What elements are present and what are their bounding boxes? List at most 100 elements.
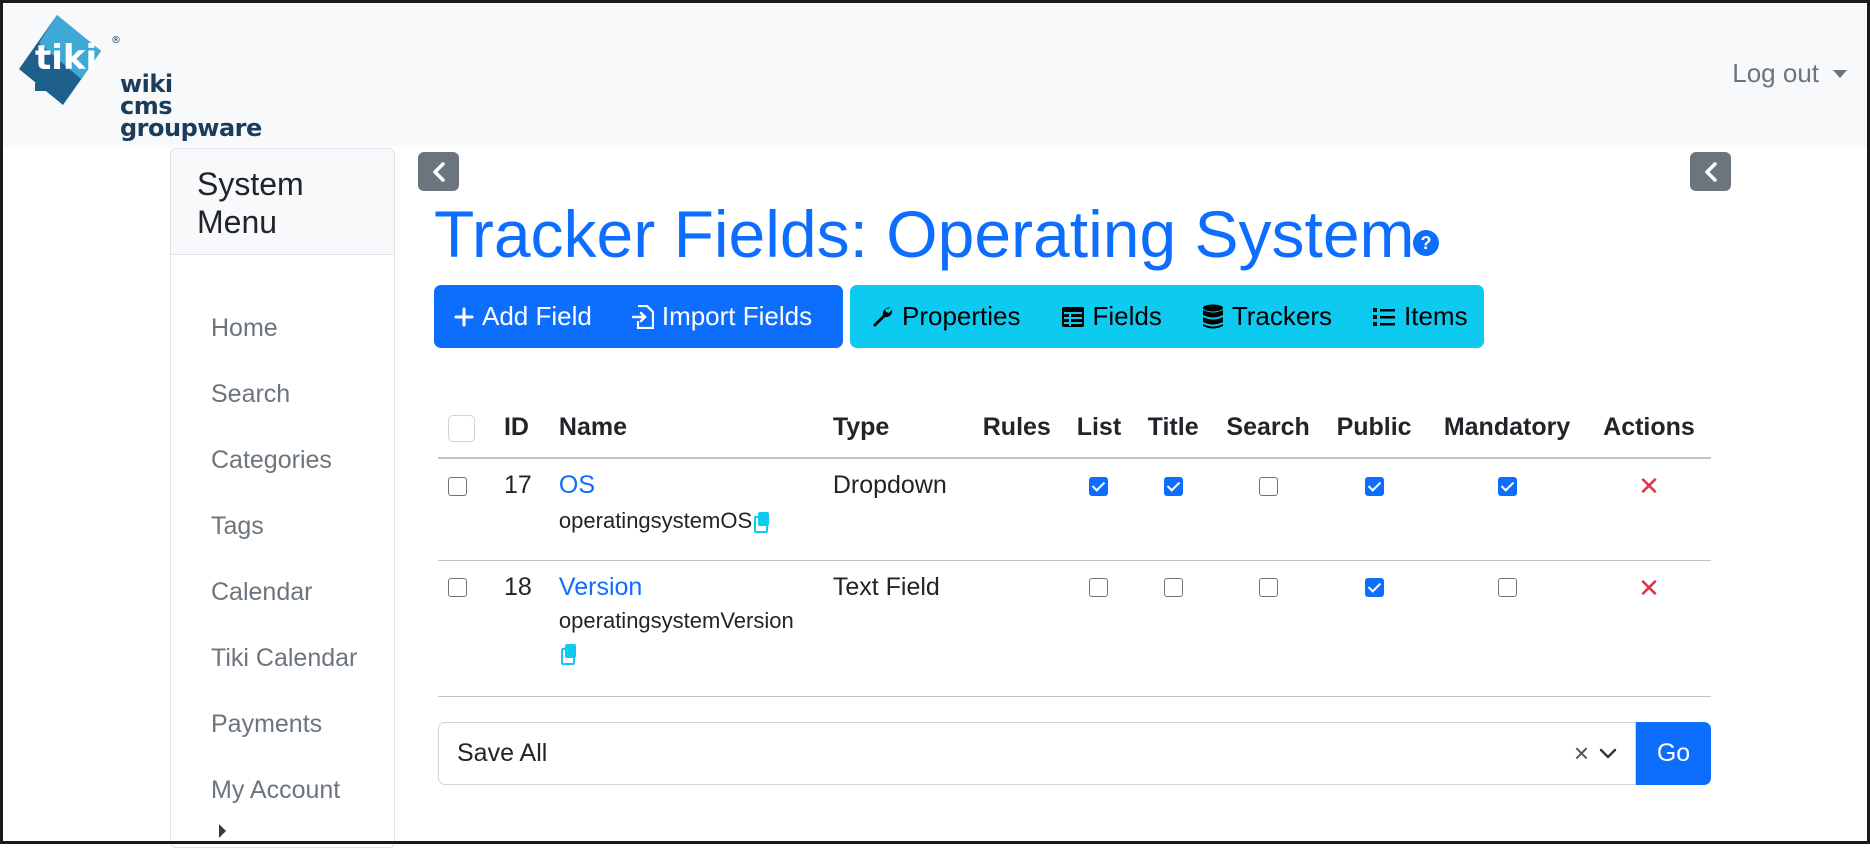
- items-label: Items: [1404, 301, 1468, 331]
- mandatory-cell: [1427, 458, 1587, 561]
- row-checkbox[interactable]: [448, 578, 467, 598]
- title-checkbox[interactable]: [1163, 578, 1183, 598]
- system-menu-title: System Menu: [171, 149, 394, 255]
- mandatory-checkbox[interactable]: [1497, 578, 1517, 598]
- row-select-cell: [438, 560, 494, 697]
- col-name[interactable]: Name: [548, 398, 823, 459]
- search-cell: [1215, 458, 1322, 561]
- public-checkbox[interactable]: [1364, 476, 1384, 496]
- trackers-label: Trackers: [1231, 301, 1333, 331]
- caret-down-icon: [1833, 69, 1847, 78]
- table-icon: [1061, 306, 1084, 327]
- items-button[interactable]: Items: [1352, 285, 1488, 348]
- field-rules: [972, 560, 1067, 697]
- top-navbar: tiki ® wiki cms groupware Log out: [3, 3, 1867, 147]
- toggle-left-column-button[interactable]: [418, 152, 459, 191]
- list-checkbox[interactable]: [1089, 476, 1109, 496]
- database-icon: [1202, 304, 1223, 328]
- col-title[interactable]: Title: [1131, 398, 1216, 459]
- bulk-action-value: Save All: [457, 739, 548, 767]
- trackers-button[interactable]: Trackers: [1182, 285, 1352, 348]
- sidebar-item-search[interactable]: Search: [211, 380, 290, 409]
- select-all-cell: [438, 398, 494, 459]
- search-checkbox[interactable]: [1258, 476, 1278, 496]
- plus-icon: [454, 307, 474, 326]
- field-name-link[interactable]: OS: [559, 471, 813, 500]
- field-rules: [972, 458, 1067, 561]
- properties-label: Properties: [902, 301, 1021, 331]
- field-id: 18: [493, 560, 549, 697]
- sidebar-item-my-account[interactable]: My Account: [211, 776, 340, 805]
- select-all-checkbox[interactable]: [448, 414, 475, 442]
- add-field-button[interactable]: Add Field: [434, 285, 612, 348]
- chevron-left-icon: [1704, 161, 1717, 182]
- list-cell: [1066, 560, 1132, 697]
- sidebar-item-calendar[interactable]: Calendar: [211, 578, 312, 607]
- title-cell: [1131, 560, 1216, 697]
- delete-icon[interactable]: ✕: [1638, 573, 1660, 603]
- delete-icon[interactable]: ✕: [1638, 471, 1660, 501]
- page-title[interactable]: Tracker Fields: Operating System: [434, 196, 1415, 272]
- field-permname: operatingsystemOS: [558, 508, 753, 533]
- mandatory-cell: [1427, 560, 1587, 697]
- list-cell: [1066, 458, 1132, 561]
- copy-icon[interactable]: [560, 643, 577, 665]
- toggle-right-column-button[interactable]: [1690, 152, 1731, 191]
- copy-icon[interactable]: [754, 512, 770, 534]
- sidebar-item-home[interactable]: Home: [211, 314, 278, 343]
- properties-button[interactable]: Properties: [850, 285, 1041, 348]
- col-public[interactable]: Public: [1321, 398, 1428, 459]
- col-rules[interactable]: Rules: [972, 398, 1067, 459]
- col-mandatory[interactable]: Mandatory: [1427, 398, 1587, 459]
- logout-label[interactable]: Log out: [1732, 58, 1819, 89]
- chevron-down-icon[interactable]: [1599, 748, 1617, 760]
- chevron-left-icon: [432, 161, 445, 182]
- field-id: 17: [493, 458, 549, 561]
- sidebar-item-categories[interactable]: Categories: [211, 446, 332, 475]
- fields-button[interactable]: Fields: [1041, 285, 1182, 348]
- sidebar-item-tags[interactable]: Tags: [211, 512, 264, 541]
- field-name-cell: OS operatingsystemOS: [548, 458, 823, 561]
- col-list[interactable]: List: [1066, 398, 1132, 459]
- row-checkbox[interactable]: [448, 476, 467, 496]
- table-row: 17 OS operatingsystemOS Dropdown ✕: [438, 458, 1711, 561]
- wrench-icon: [873, 307, 893, 327]
- public-cell: [1321, 560, 1428, 697]
- search-cell: [1215, 560, 1322, 697]
- svg-text:®: ®: [111, 35, 121, 46]
- col-actions[interactable]: Actions: [1586, 398, 1711, 459]
- list-checkbox[interactable]: [1089, 578, 1109, 598]
- tracker-fields-table: ID Name Type Rules List Title Search Pub…: [438, 398, 1711, 697]
- import-icon: [631, 304, 654, 329]
- add-field-label: Add Field: [482, 301, 592, 331]
- list-icon: [1373, 307, 1396, 326]
- mandatory-checkbox[interactable]: [1497, 476, 1517, 496]
- question-circle-icon[interactable]: ?: [1413, 230, 1439, 256]
- row-select-cell: [438, 458, 494, 561]
- tiki-logo[interactable]: tiki ® wiki cms groupware: [15, 13, 262, 143]
- logo-text: wiki cms groupware: [120, 70, 262, 142]
- bulk-action-select[interactable]: Save All ×: [438, 722, 1636, 785]
- caret-right-icon[interactable]: [219, 824, 226, 838]
- system-menu: System Menu Home Search Categories Tags …: [170, 148, 395, 848]
- sidebar-item-payments[interactable]: Payments: [211, 710, 322, 739]
- actions-cell: ✕: [1586, 458, 1711, 561]
- col-type[interactable]: Type: [822, 398, 973, 459]
- import-fields-button[interactable]: Import Fields: [612, 285, 832, 348]
- public-checkbox[interactable]: [1364, 578, 1384, 598]
- field-type: Dropdown: [822, 458, 973, 561]
- title-cell: [1131, 458, 1216, 561]
- table-row: 18 Version operatingsystemVersion Text F…: [438, 560, 1711, 697]
- logout-menu[interactable]: Log out: [1732, 58, 1847, 89]
- search-checkbox[interactable]: [1258, 578, 1278, 598]
- public-cell: [1321, 458, 1428, 561]
- title-checkbox[interactable]: [1163, 476, 1183, 496]
- table-header-row: ID Name Type Rules List Title Search Pub…: [438, 398, 1711, 459]
- field-type: Text Field: [822, 560, 973, 697]
- clear-icon[interactable]: ×: [1574, 738, 1589, 769]
- field-name-link[interactable]: Version: [559, 573, 813, 602]
- sidebar-item-tiki-calendar[interactable]: Tiki Calendar: [211, 644, 357, 673]
- go-button[interactable]: Go: [1636, 722, 1711, 785]
- col-id[interactable]: ID: [493, 398, 549, 459]
- col-search[interactable]: Search: [1215, 398, 1322, 459]
